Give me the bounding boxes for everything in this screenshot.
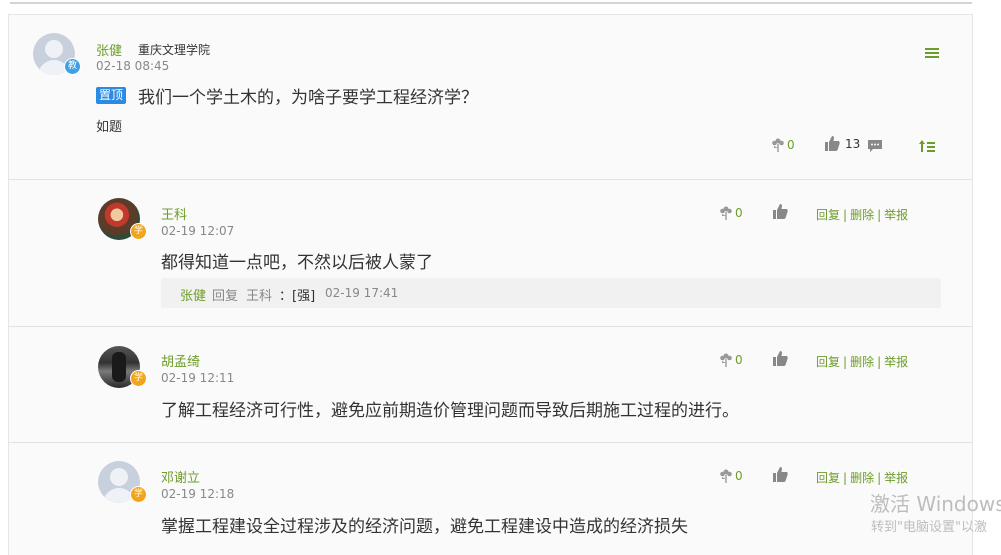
flower-button[interactable]: 0: [719, 352, 743, 367]
thumbs-up-icon: [825, 136, 840, 151]
student-badge: 学: [130, 223, 147, 240]
report-link[interactable]: 举报: [884, 355, 908, 369]
divider: [9, 442, 972, 443]
comment-time: 02-19 12:18: [161, 487, 235, 501]
like-button[interactable]: 13: [825, 136, 860, 151]
flower-icon: [720, 206, 732, 220]
thumbs-up-icon: [773, 467, 788, 482]
flower-icon: [720, 469, 732, 483]
sub-reply-time: 02-19 17:41: [325, 286, 399, 300]
comment-author[interactable]: 胡孟绮: [161, 351, 200, 370]
comment-actions: 回复 | 删除 | 举报: [816, 355, 909, 369]
post-body: 如题: [96, 120, 123, 135]
comment-actions: 回复 | 删除 | 举报: [816, 471, 909, 485]
flower-button[interactable]: 0: [719, 205, 743, 220]
flower-icon: [772, 138, 784, 152]
sub-reply-target[interactable]: 王科: [246, 285, 272, 304]
delete-link[interactable]: 删除: [850, 355, 874, 369]
like-button[interactable]: [773, 467, 788, 482]
flower-button[interactable]: 0: [719, 468, 743, 483]
student-badge: 学: [130, 486, 147, 503]
comment-author[interactable]: 王科: [161, 204, 187, 223]
student-badge: 学: [130, 370, 147, 387]
flower-count: 0: [735, 205, 743, 220]
top-divider: [10, 2, 972, 4]
report-link[interactable]: 举报: [884, 208, 908, 222]
discussion-panel: 教 张健 重庆文理学院 02-18 08:45 置顶 我们一个学土木的，为啥子要…: [8, 14, 973, 555]
delete-link[interactable]: 删除: [850, 471, 874, 485]
post-title: 我们一个学土木的，为啥子要学工程经济学？: [138, 88, 478, 108]
comment-time: 02-19 12:07: [161, 224, 235, 238]
flower-count: 0: [735, 468, 743, 483]
comment-icon: [868, 140, 882, 152]
like-count: 13: [845, 136, 861, 151]
menu-icon[interactable]: [925, 48, 939, 59]
pinned-badge: 置顶: [96, 87, 127, 104]
divider: [9, 326, 972, 327]
thumbs-up-icon: [773, 351, 788, 366]
post-author[interactable]: 张健: [96, 40, 122, 59]
teacher-badge: 教: [64, 58, 81, 75]
sub-reply-author[interactable]: 张健: [180, 285, 206, 304]
comment-content: 都得知道一点吧，不然以后被人蒙了: [161, 253, 433, 273]
reply-link[interactable]: 回复: [816, 208, 840, 222]
sort-up-icon: [919, 140, 935, 152]
delete-link[interactable]: 删除: [850, 208, 874, 222]
like-button[interactable]: [773, 204, 788, 219]
flower-count: 0: [735, 352, 743, 367]
like-button[interactable]: [773, 351, 788, 366]
sub-reply-verb: 回复: [212, 289, 239, 304]
reply-link[interactable]: 回复: [816, 355, 840, 369]
thumbs-up-icon: [773, 204, 788, 219]
comment-content: 了解工程经济可行性，避免应前期造价管理问题而导致后期施工过程的进行。: [161, 401, 739, 421]
comment-content: 掌握工程建设全过程涉及的经济问题，避免工程建设中造成的经济损失: [161, 517, 688, 537]
activation-watermark-subtitle: 转到"电脑设置"以激: [871, 520, 987, 535]
sub-reply: 张健 回复 王科 ：[强] 02-19 17:41: [161, 278, 941, 308]
comment-time: 02-19 12:11: [161, 371, 235, 385]
activation-watermark-title: 激活 Windows: [870, 492, 1001, 516]
post-time: 02-18 08:45: [96, 59, 170, 73]
reply-link[interactable]: 回复: [816, 471, 840, 485]
comment-button[interactable]: [867, 139, 883, 153]
flower-count: 0: [787, 137, 795, 152]
comment-actions: 回复 | 删除 | 举报: [816, 208, 909, 222]
flower-icon: [720, 353, 732, 367]
flower-button[interactable]: 0: [771, 137, 795, 152]
sub-reply-content: ：[强]: [279, 289, 316, 304]
divider: [9, 179, 972, 180]
collapse-button[interactable]: [919, 139, 935, 153]
report-link[interactable]: 举报: [884, 471, 908, 485]
post-school: 重庆文理学院: [138, 43, 211, 57]
comment-author[interactable]: 邓谢立: [161, 467, 200, 486]
